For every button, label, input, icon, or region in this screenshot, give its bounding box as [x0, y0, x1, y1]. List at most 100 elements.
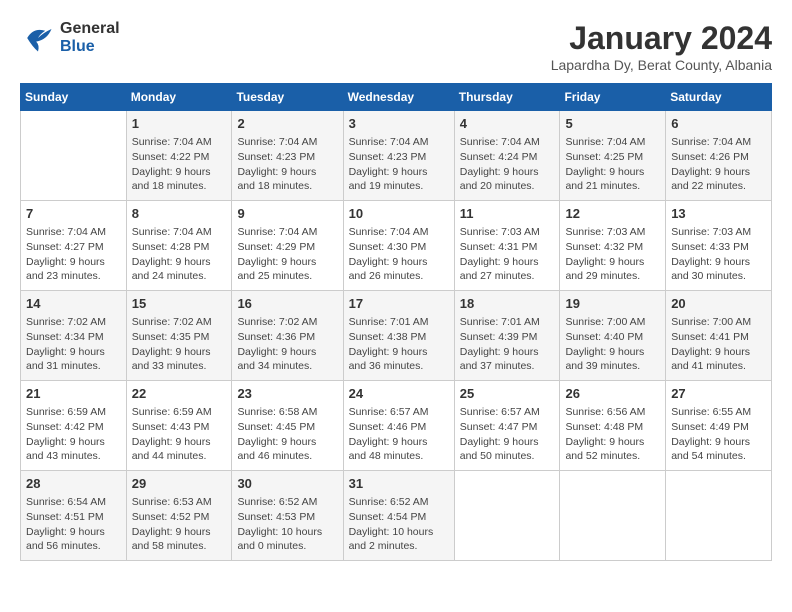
- day-number: 23: [237, 385, 337, 403]
- calendar-cell: 4 Sunrise: 7:04 AM Sunset: 4:24 PM Daylig…: [454, 111, 560, 201]
- day-number: 6: [671, 115, 766, 133]
- day-info: Sunrise: 6:58 AM Sunset: 4:45 PM Dayligh…: [237, 405, 337, 464]
- day-info: Sunrise: 7:02 AM Sunset: 4:35 PM Dayligh…: [132, 315, 227, 374]
- day-number: 7: [26, 205, 121, 223]
- day-number: 1: [132, 115, 227, 133]
- day-info: Sunrise: 7:04 AM Sunset: 4:23 PM Dayligh…: [237, 135, 337, 194]
- day-info: Sunrise: 6:52 AM Sunset: 4:53 PM Dayligh…: [237, 495, 337, 554]
- calendar-cell: 6 Sunrise: 7:04 AM Sunset: 4:26 PM Daylig…: [666, 111, 772, 201]
- day-info: Sunrise: 7:01 AM Sunset: 4:38 PM Dayligh…: [349, 315, 449, 374]
- col-wednesday: Wednesday: [343, 84, 454, 111]
- calendar-week-row: 14Sunrise: 7:02 AM Sunset: 4:34 PM Dayli…: [21, 291, 772, 381]
- day-info: Sunrise: 7:04 AM Sunset: 4:23 PM Dayligh…: [349, 135, 449, 194]
- calendar-cell: 1 Sunrise: 7:04 AM Sunset: 4:22 PM Daylig…: [126, 111, 232, 201]
- day-info: Sunrise: 6:54 AM Sunset: 4:51 PM Dayligh…: [26, 495, 121, 554]
- day-number: 4: [460, 115, 555, 133]
- calendar-cell: 12 Sunrise: 7:03 AM Sunset: 4:32 PM Dayli…: [560, 201, 666, 291]
- day-number: 10: [349, 205, 449, 223]
- day-info: Sunrise: 6:57 AM Sunset: 4:47 PM Dayligh…: [460, 405, 555, 464]
- calendar-cell: 20 Sunrise: 7:00 AM Sunset: 4:41 PM Dayli…: [666, 291, 772, 381]
- calendar-cell: 11Sunrise: 7:03 AM Sunset: 4:31 PM Dayli…: [454, 201, 560, 291]
- day-number: 20: [671, 295, 766, 313]
- day-info: Sunrise: 6:53 AM Sunset: 4:52 PM Dayligh…: [132, 495, 227, 554]
- day-info: Sunrise: 6:55 AM Sunset: 4:49 PM Dayligh…: [671, 405, 766, 464]
- calendar-cell: [560, 471, 666, 561]
- logo-icon: [20, 20, 56, 56]
- calendar-week-row: 7Sunrise: 7:04 AM Sunset: 4:27 PM Daylig…: [21, 201, 772, 291]
- day-number: 31: [349, 475, 449, 493]
- calendar-cell: [666, 471, 772, 561]
- calendar-cell: 26Sunrise: 6:56 AM Sunset: 4:48 PM Dayli…: [560, 381, 666, 471]
- day-number: 28: [26, 475, 121, 493]
- col-tuesday: Tuesday: [232, 84, 343, 111]
- day-number: 30: [237, 475, 337, 493]
- day-info: Sunrise: 7:03 AM Sunset: 4:32 PM Dayligh…: [565, 225, 660, 284]
- day-info: Sunrise: 7:04 AM Sunset: 4:29 PM Dayligh…: [237, 225, 337, 284]
- calendar-cell: 30 Sunrise: 6:52 AM Sunset: 4:53 PM Dayli…: [232, 471, 343, 561]
- day-number: 17: [349, 295, 449, 313]
- calendar-cell: 7Sunrise: 7:04 AM Sunset: 4:27 PM Daylig…: [21, 201, 127, 291]
- day-number: 21: [26, 385, 121, 403]
- day-info: Sunrise: 6:57 AM Sunset: 4:46 PM Dayligh…: [349, 405, 449, 464]
- day-number: 29: [132, 475, 227, 493]
- col-saturday: Saturday: [666, 84, 772, 111]
- day-info: Sunrise: 6:59 AM Sunset: 4:42 PM Dayligh…: [26, 405, 121, 464]
- day-info: Sunrise: 7:00 AM Sunset: 4:41 PM Dayligh…: [671, 315, 766, 374]
- calendar-week-row: 21 Sunrise: 6:59 AM Sunset: 4:42 PM Dayli…: [21, 381, 772, 471]
- day-info: Sunrise: 7:04 AM Sunset: 4:28 PM Dayligh…: [132, 225, 227, 284]
- calendar-table: Sunday Monday Tuesday Wednesday Thursday…: [20, 83, 772, 561]
- day-number: 3: [349, 115, 449, 133]
- calendar-cell: 22Sunrise: 6:59 AM Sunset: 4:43 PM Dayli…: [126, 381, 232, 471]
- calendar-cell: 31 Sunrise: 6:52 AM Sunset: 4:54 PM Dayli…: [343, 471, 454, 561]
- day-info: Sunrise: 6:52 AM Sunset: 4:54 PM Dayligh…: [349, 495, 449, 554]
- calendar-cell: 21 Sunrise: 6:59 AM Sunset: 4:42 PM Dayli…: [21, 381, 127, 471]
- day-number: 12: [565, 205, 660, 223]
- col-thursday: Thursday: [454, 84, 560, 111]
- col-friday: Friday: [560, 84, 666, 111]
- day-info: Sunrise: 7:01 AM Sunset: 4:39 PM Dayligh…: [460, 315, 555, 374]
- location-title: Lapardha Dy, Berat County, Albania: [551, 57, 772, 73]
- calendar-cell: 25Sunrise: 6:57 AM Sunset: 4:47 PM Dayli…: [454, 381, 560, 471]
- day-info: Sunrise: 7:04 AM Sunset: 4:25 PM Dayligh…: [565, 135, 660, 194]
- day-number: 15: [132, 295, 227, 313]
- calendar-cell: 29 Sunrise: 6:53 AM Sunset: 4:52 PM Dayli…: [126, 471, 232, 561]
- calendar-cell: 24Sunrise: 6:57 AM Sunset: 4:46 PM Dayli…: [343, 381, 454, 471]
- day-number: 27: [671, 385, 766, 403]
- calendar-week-row: 1 Sunrise: 7:04 AM Sunset: 4:22 PM Daylig…: [21, 111, 772, 201]
- day-info: Sunrise: 7:03 AM Sunset: 4:31 PM Dayligh…: [460, 225, 555, 284]
- col-sunday: Sunday: [21, 84, 127, 111]
- day-info: Sunrise: 7:03 AM Sunset: 4:33 PM Dayligh…: [671, 225, 766, 284]
- month-title: January 2024: [551, 20, 772, 57]
- calendar-cell: [21, 111, 127, 201]
- day-number: 14: [26, 295, 121, 313]
- day-info: Sunrise: 7:04 AM Sunset: 4:22 PM Dayligh…: [132, 135, 227, 194]
- day-number: 8: [132, 205, 227, 223]
- day-info: Sunrise: 6:56 AM Sunset: 4:48 PM Dayligh…: [565, 405, 660, 464]
- day-number: 2: [237, 115, 337, 133]
- day-number: 9: [237, 205, 337, 223]
- calendar-cell: 3 Sunrise: 7:04 AM Sunset: 4:23 PM Daylig…: [343, 111, 454, 201]
- day-info: Sunrise: 6:59 AM Sunset: 4:43 PM Dayligh…: [132, 405, 227, 464]
- day-number: 13: [671, 205, 766, 223]
- calendar-cell: 27 Sunrise: 6:55 AM Sunset: 4:49 PM Dayli…: [666, 381, 772, 471]
- calendar-cell: 18Sunrise: 7:01 AM Sunset: 4:39 PM Dayli…: [454, 291, 560, 381]
- calendar-week-row: 28 Sunrise: 6:54 AM Sunset: 4:51 PM Dayli…: [21, 471, 772, 561]
- calendar-cell: 2 Sunrise: 7:04 AM Sunset: 4:23 PM Daylig…: [232, 111, 343, 201]
- calendar-cell: 28 Sunrise: 6:54 AM Sunset: 4:51 PM Dayli…: [21, 471, 127, 561]
- logo: General Blue: [20, 20, 120, 56]
- logo-text: General Blue: [60, 20, 120, 56]
- page-header: General Blue January 2024 Lapardha Dy, B…: [20, 20, 772, 73]
- day-info: Sunrise: 7:04 AM Sunset: 4:24 PM Dayligh…: [460, 135, 555, 194]
- day-number: 5: [565, 115, 660, 133]
- day-info: Sunrise: 7:04 AM Sunset: 4:26 PM Dayligh…: [671, 135, 766, 194]
- day-info: Sunrise: 7:00 AM Sunset: 4:40 PM Dayligh…: [565, 315, 660, 374]
- calendar-cell: 16Sunrise: 7:02 AM Sunset: 4:36 PM Dayli…: [232, 291, 343, 381]
- calendar-cell: 9 Sunrise: 7:04 AM Sunset: 4:29 PM Daylig…: [232, 201, 343, 291]
- calendar-header-row: Sunday Monday Tuesday Wednesday Thursday…: [21, 84, 772, 111]
- col-monday: Monday: [126, 84, 232, 111]
- calendar-cell: 13 Sunrise: 7:03 AM Sunset: 4:33 PM Dayli…: [666, 201, 772, 291]
- calendar-cell: [454, 471, 560, 561]
- day-info: Sunrise: 7:04 AM Sunset: 4:30 PM Dayligh…: [349, 225, 449, 284]
- calendar-cell: 23 Sunrise: 6:58 AM Sunset: 4:45 PM Dayli…: [232, 381, 343, 471]
- calendar-cell: 10 Sunrise: 7:04 AM Sunset: 4:30 PM Dayli…: [343, 201, 454, 291]
